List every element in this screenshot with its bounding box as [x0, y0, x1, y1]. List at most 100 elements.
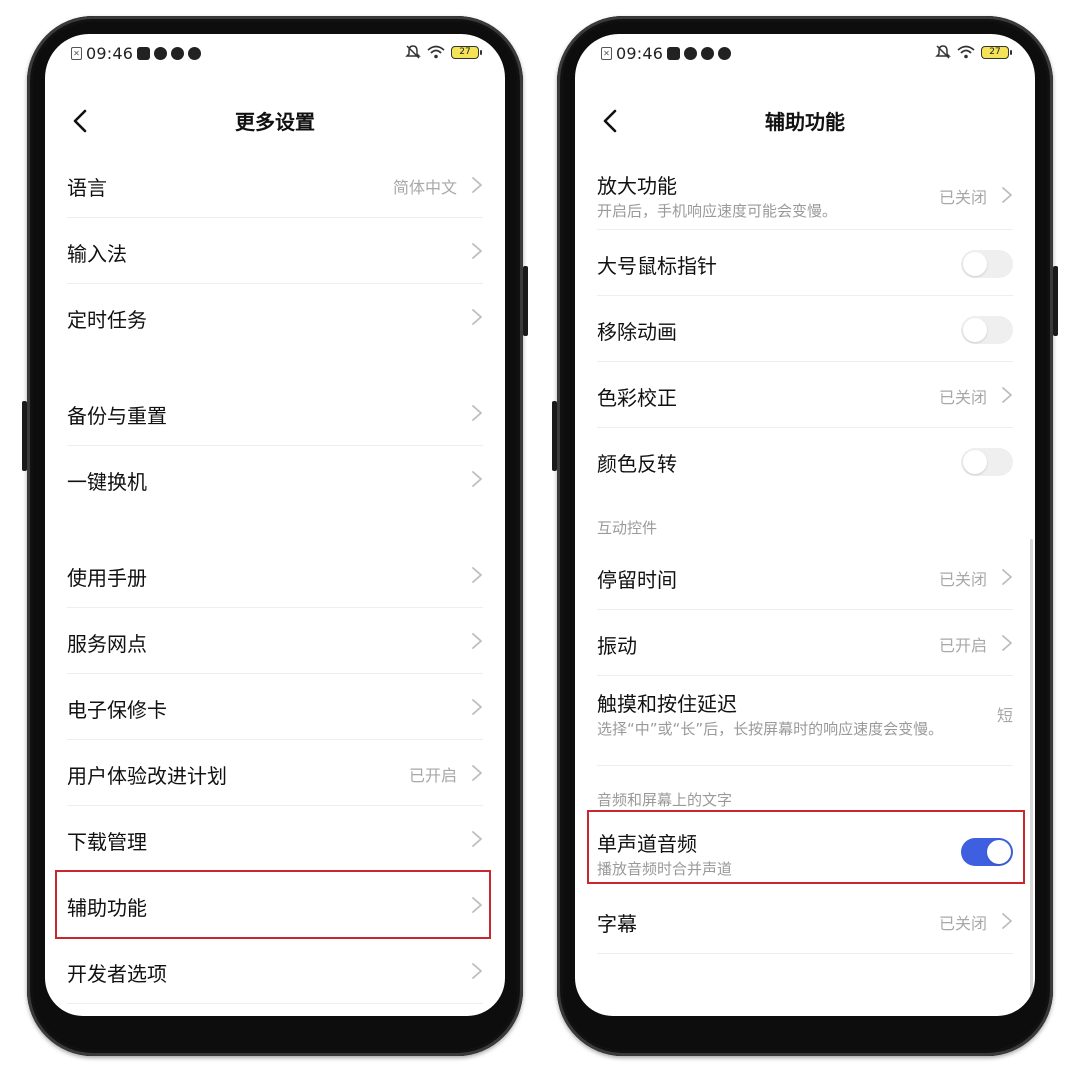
item-label: 语言 — [67, 176, 107, 200]
notification-icon — [137, 47, 151, 60]
wifi-icon — [957, 45, 975, 59]
status-time: 09:46 — [616, 44, 664, 63]
section-header: 互动控件 — [597, 494, 1035, 544]
volume-button — [523, 266, 528, 336]
item-label: 停留时间 — [597, 568, 677, 592]
item-description: 选择“中”或“长”后，长按屏幕时的响应速度会变慢。 — [597, 720, 944, 738]
chevron-right-icon — [472, 405, 482, 421]
item-label: 触摸和按住延迟 — [597, 692, 737, 716]
power-button — [22, 401, 27, 471]
mute-icon — [935, 45, 951, 59]
nav-bar: 更多设置 — [45, 96, 505, 146]
battery-icon: 27 — [451, 45, 482, 59]
battery-level: 27 — [989, 46, 1001, 57]
cloud-icon — [154, 47, 168, 60]
chevron-right-icon — [1002, 187, 1012, 203]
section-header: 音频和屏幕上的文字 — [597, 766, 1035, 816]
left-screen: ✕ 09:46 27 更多设置 语言 简体中文输入法定时任务备份与重置一键换机使用… — [45, 34, 505, 1016]
toggle-switch[interactable] — [961, 250, 1013, 278]
item-label: 定时任务 — [67, 308, 147, 332]
back-arrow-icon[interactable] — [597, 106, 627, 136]
chevron-right-icon — [1002, 387, 1012, 403]
section-title: 互动控件 — [597, 519, 658, 537]
compass-icon — [171, 47, 185, 60]
toggle-switch[interactable] — [961, 448, 1013, 476]
list-item[interactable]: 用户体验改进计划 已开启 — [67, 740, 483, 806]
list-item[interactable]: 定时任务 — [67, 284, 483, 350]
list-item[interactable]: 备份与重置 — [67, 380, 483, 446]
highlight-box — [587, 810, 1025, 884]
wechat-icon — [188, 47, 202, 60]
list-item[interactable]: 开发者选项 — [67, 938, 483, 1004]
list-item[interactable]: 辅助功能 — [55, 870, 491, 939]
chevron-right-icon — [1002, 569, 1012, 585]
list-item[interactable]: 振动 已开启 — [597, 610, 1013, 676]
item-label: 备份与重置 — [67, 404, 167, 428]
toggle-knob — [963, 318, 987, 342]
right-phone-frame: ✕ 09:46 27 辅助功能 放大功能 开启后，手机响应速度可能会变慢。 已关闭大… — [552, 16, 1058, 1056]
item-label: 放大功能 — [597, 174, 677, 198]
item-value: 短 — [996, 706, 1013, 725]
list-item[interactable]: 下载管理 — [67, 806, 483, 872]
item-label: 大号鼠标指针 — [597, 254, 717, 278]
list-item[interactable]: 大号鼠标指针 — [597, 230, 1013, 296]
nav-bar: 辅助功能 — [575, 96, 1035, 146]
notification-icon — [667, 47, 681, 60]
list-item[interactable]: 触摸和按住延迟选择“中”或“长”后，长按屏幕时的响应速度会变慢。 短 — [597, 676, 1013, 766]
chevron-right-icon — [1002, 913, 1012, 929]
section-title: 音频和屏幕上的文字 — [597, 791, 733, 809]
item-label: 振动 — [597, 634, 637, 658]
toggle-switch[interactable] — [961, 316, 1013, 344]
chevron-right-icon — [472, 765, 482, 781]
chevron-right-icon — [472, 699, 482, 715]
chevron-right-icon — [472, 243, 482, 259]
item-label: 一键换机 — [67, 470, 147, 494]
list-item[interactable]: 字幕 已关闭 — [597, 888, 1013, 954]
item-label: 色彩校正 — [597, 386, 677, 410]
item-value: 已关闭 — [938, 570, 987, 589]
item-label: 服务网点 — [67, 632, 147, 656]
list-item[interactable]: 一键换机 — [67, 446, 483, 512]
item-label: 开发者选项 — [67, 962, 167, 986]
list-item[interactable]: 移除动画 — [597, 296, 1013, 362]
list-item[interactable]: 服务网点 — [67, 608, 483, 674]
chevron-right-icon — [472, 831, 482, 847]
back-arrow-icon[interactable] — [67, 106, 97, 136]
chevron-right-icon — [472, 309, 482, 325]
item-label: 下载管理 — [67, 830, 147, 854]
accessibility-list: 放大功能 开启后，手机响应速度可能会变慢。 已关闭 大号鼠标指针 移除动画 色彩校正 已关闭… — [575, 158, 1035, 954]
chevron-right-icon — [472, 633, 482, 649]
group-gap — [45, 512, 505, 542]
group-gap — [45, 350, 505, 380]
toggle-knob — [963, 450, 987, 474]
list-item[interactable]: 电子保修卡 — [67, 674, 483, 740]
list-item[interactable]: 单声道音频 播放音频时合并声道 — [587, 810, 1025, 888]
status-time: 09:46 — [86, 44, 134, 63]
item-label: 颜色反转 — [597, 452, 677, 476]
list-item[interactable]: 放大功能 开启后，手机响应速度可能会变慢。 已关闭 — [597, 158, 1013, 230]
cloud-icon — [684, 47, 698, 60]
chevron-right-icon — [472, 567, 482, 583]
list-item[interactable]: 停留时间 已关闭 — [597, 544, 1013, 610]
page-title: 辅助功能 — [765, 110, 845, 134]
chevron-right-icon — [472, 471, 482, 487]
list-item[interactable]: 语言 简体中文 — [67, 152, 483, 218]
item-label: 输入法 — [67, 242, 127, 266]
mute-icon — [405, 45, 421, 59]
list-item[interactable]: 颜色反转 — [597, 428, 1013, 494]
power-button — [552, 401, 557, 471]
sim-icon: ✕ — [71, 47, 82, 60]
left-phone-frame: ✕ 09:46 27 更多设置 语言 简体中文输入法定时任务备份与重置一键换机使用… — [22, 16, 528, 1056]
item-value: 已开启 — [938, 636, 987, 655]
list-item[interactable]: 输入法 — [67, 218, 483, 284]
chevron-right-icon — [1002, 635, 1012, 651]
right-screen: ✕ 09:46 27 辅助功能 放大功能 开启后，手机响应速度可能会变慢。 已关闭大… — [575, 34, 1035, 1016]
sim-icon: ✕ — [601, 47, 612, 60]
item-label: 字幕 — [597, 912, 637, 936]
list-item[interactable]: 使用手册 — [67, 542, 483, 608]
item-label: 移除动画 — [597, 320, 677, 344]
wifi-icon — [427, 45, 445, 59]
list-item[interactable]: 色彩校正 已关闭 — [597, 362, 1013, 428]
item-value: 已关闭 — [938, 388, 987, 407]
item-value: 已关闭 — [938, 188, 987, 207]
